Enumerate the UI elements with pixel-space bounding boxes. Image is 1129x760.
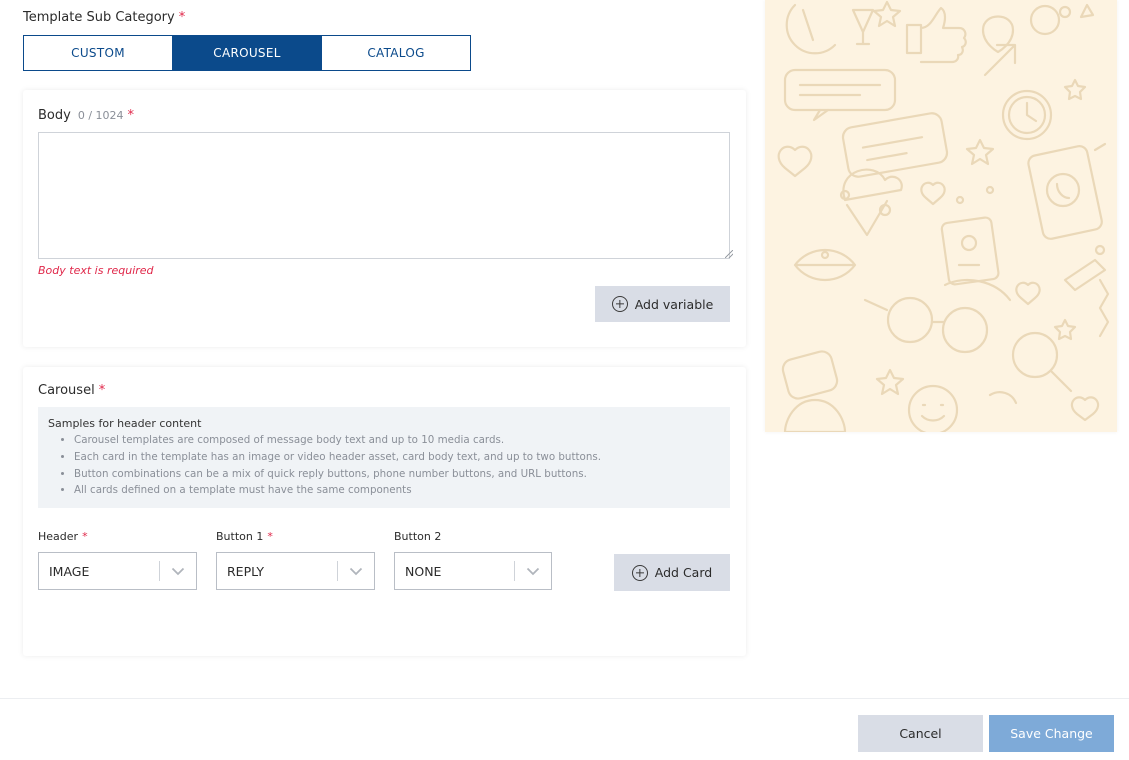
textarea-resize-handle[interactable] bbox=[725, 250, 733, 258]
add-variable-button[interactable]: Add variable bbox=[595, 286, 730, 322]
carousel-header: Carousel * bbox=[38, 383, 105, 398]
button2-select-value: NONE bbox=[405, 563, 442, 579]
required-mark: * bbox=[127, 108, 135, 123]
samples-list-item: Each card in the template has an image o… bbox=[74, 449, 720, 466]
samples-list-item: All cards defined on a template must hav… bbox=[74, 482, 720, 499]
button1-select-value: REPLY bbox=[227, 563, 265, 579]
message-preview-panel bbox=[765, 0, 1117, 432]
sub-category-label-text: Template Sub Category bbox=[23, 10, 175, 25]
body-char-counter: 0 / 1024 bbox=[77, 109, 124, 122]
cancel-button[interactable]: Cancel bbox=[858, 715, 983, 752]
samples-list: Carousel templates are composed of messa… bbox=[48, 432, 720, 499]
sub-category-option-custom[interactable]: CUSTOM bbox=[24, 36, 172, 70]
button2-label-text: Button 2 bbox=[394, 530, 442, 543]
sub-category-option-catalog[interactable]: CATALOG bbox=[321, 36, 470, 70]
body-error-message: Body text is required bbox=[38, 264, 154, 277]
chevron-down-icon[interactable] bbox=[160, 553, 196, 589]
button1-field-label: Button 1 * bbox=[216, 530, 273, 543]
required-mark: * bbox=[178, 10, 186, 25]
sub-category-label: Template Sub Category * bbox=[23, 10, 185, 25]
button2-select[interactable]: NONE bbox=[394, 552, 552, 590]
chat-doodle-background bbox=[777, 0, 1110, 432]
button1-label-text: Button 1 bbox=[216, 530, 264, 543]
header-field-label: Header * bbox=[38, 530, 88, 543]
add-variable-label: Add variable bbox=[634, 296, 714, 312]
required-mark: * bbox=[98, 383, 106, 398]
carousel-card: Carousel* Samples for header content Car… bbox=[23, 367, 746, 656]
body-card: Body 0 / 1024 * Body text is required Ad… bbox=[23, 90, 746, 347]
body-label: Body bbox=[38, 108, 71, 123]
add-card-label: Add Card bbox=[654, 565, 713, 580]
samples-list-item: Button combinations can be a mix of quic… bbox=[74, 466, 720, 483]
plus-circle-icon bbox=[611, 296, 628, 312]
samples-list-item: Carousel templates are composed of messa… bbox=[74, 432, 720, 449]
add-card-button[interactable]: Add Card bbox=[614, 554, 730, 591]
footer-divider bbox=[0, 698, 1129, 699]
carousel-label: Carousel bbox=[38, 383, 95, 398]
sub-category-option-carousel[interactable]: CAROUSEL bbox=[172, 36, 321, 70]
required-mark: * bbox=[82, 530, 88, 543]
header-select[interactable]: IMAGE bbox=[38, 552, 197, 590]
button2-field-label: Button 2 bbox=[394, 530, 441, 543]
samples-title: Samples for header content bbox=[48, 417, 202, 430]
required-mark: * bbox=[267, 530, 273, 543]
samples-info-box: Samples for header content Carousel temp… bbox=[38, 407, 730, 508]
body-header: Body 0 / 1024 * bbox=[38, 108, 134, 123]
sub-category-segmented-control: CUSTOM CAROUSEL CATALOG bbox=[23, 35, 471, 71]
header-label-text: Header bbox=[38, 530, 79, 543]
chevron-down-icon[interactable] bbox=[515, 553, 551, 589]
chevron-down-icon[interactable] bbox=[338, 553, 374, 589]
button1-select[interactable]: REPLY bbox=[216, 552, 375, 590]
body-textarea[interactable] bbox=[38, 132, 730, 259]
save-change-button[interactable]: Save Change bbox=[989, 715, 1114, 752]
header-select-value: IMAGE bbox=[49, 563, 90, 579]
plus-circle-icon bbox=[631, 564, 648, 581]
